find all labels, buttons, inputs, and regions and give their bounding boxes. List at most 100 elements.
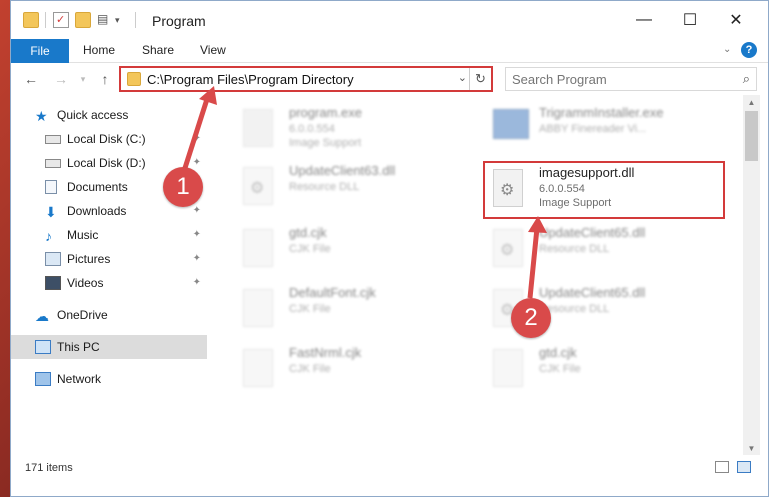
- sidebar-item-label: Network: [57, 372, 102, 386]
- details-view-icon[interactable]: [715, 461, 729, 473]
- pin-icon[interactable]: ✦: [193, 229, 201, 240]
- download-icon: ⬇: [45, 204, 57, 220]
- file-detail: 6.0.0.554: [289, 123, 335, 135]
- pin-icon[interactable]: ✦: [193, 277, 201, 288]
- vertical-scrollbar[interactable]: ▲ ▼: [743, 95, 760, 455]
- folder-icon: [23, 12, 39, 28]
- sidebar-item-label: Pictures: [67, 252, 111, 266]
- search-icon[interactable]: ⌕: [743, 71, 750, 87]
- gear-file-icon: [493, 229, 523, 267]
- view-options-icon[interactable]: ▤: [97, 12, 113, 28]
- sidebar-item-this-pc[interactable]: This PC: [11, 335, 207, 359]
- new-folder-icon[interactable]: [75, 12, 91, 28]
- file-item[interactable]: gtd.cjk CJK File: [493, 343, 723, 399]
- large-icons-view-icon[interactable]: [737, 461, 751, 473]
- sidebar-item-label: Documents: [67, 180, 128, 194]
- sidebar-item-pictures[interactable]: Pictures ✦: [11, 247, 207, 271]
- highlight-box: [483, 161, 725, 219]
- file-detail: Resource DLL: [289, 181, 360, 193]
- file-item[interactable]: UpdateClient63.dll Resource DLL: [243, 161, 473, 217]
- title-bar: ✓ ▤ ▾ Program — ☐ ✕: [11, 1, 768, 39]
- videos-icon: [45, 276, 61, 290]
- pin-icon[interactable]: ✦: [193, 253, 201, 264]
- recent-locations-icon[interactable]: ▾: [73, 69, 93, 89]
- pin-icon[interactable]: ✦: [193, 205, 201, 216]
- scroll-down-icon[interactable]: ▼: [743, 441, 760, 455]
- drive-icon: [45, 158, 61, 168]
- file-detail: CJK File: [289, 303, 331, 315]
- file-name: FastNrml.cjk: [289, 345, 362, 360]
- customize-toolbar-icon[interactable]: ▾: [115, 15, 131, 31]
- sidebar-item-local-disk-c[interactable]: Local Disk (C:) ✦: [11, 127, 207, 151]
- gear-file-icon: [243, 167, 273, 205]
- file-detail: Image Support: [289, 137, 362, 149]
- tab-share[interactable]: Share: [142, 43, 174, 57]
- sidebar-item-quick-access[interactable]: ★ Quick access: [11, 103, 207, 127]
- file-list: program.exe 6.0.0.554 Image Support Trig…: [207, 95, 743, 455]
- explorer-window: ✓ ▤ ▾ Program — ☐ ✕ File Home Share View…: [10, 0, 769, 497]
- title-separator: [45, 12, 46, 28]
- sidebar-item-music[interactable]: ♪ Music ✦: [11, 223, 207, 247]
- exe-icon: [243, 109, 273, 147]
- navigation-pane: ★ Quick access Local Disk (C:) ✦ Local D…: [11, 95, 207, 455]
- properties-icon[interactable]: ✓: [53, 12, 69, 28]
- item-count: 171 items: [25, 462, 73, 474]
- sidebar-item-onedrive[interactable]: ☁ OneDrive: [11, 303, 207, 327]
- back-arrow-icon[interactable]: ←: [21, 69, 41, 89]
- star-icon: ★: [35, 108, 48, 124]
- search-box[interactable]: ⌕: [505, 67, 757, 91]
- computer-icon: [35, 340, 51, 354]
- file-name: gtd.cjk: [539, 345, 577, 360]
- sidebar-item-label: Downloads: [67, 204, 127, 218]
- forward-arrow-icon[interactable]: →: [51, 69, 71, 89]
- address-bar[interactable]: C:\Program Files\Program Directory ⌄ ↻: [119, 66, 493, 92]
- tab-home[interactable]: Home: [83, 43, 115, 57]
- file-item[interactable]: gtd.cjk CJK File: [243, 223, 473, 279]
- up-arrow-icon[interactable]: ↑: [95, 69, 115, 89]
- close-button[interactable]: ✕: [713, 1, 759, 39]
- file-item[interactable]: TrigrammInstaller.exe ABBY Finereader Vi…: [493, 103, 723, 159]
- file-icon: [243, 229, 273, 267]
- scrollbar-thumb[interactable]: [745, 111, 758, 161]
- tab-file[interactable]: File: [11, 39, 69, 63]
- scroll-up-icon[interactable]: ▲: [743, 95, 760, 109]
- sidebar-item-label: Local Disk (D:): [67, 156, 146, 170]
- sidebar-item-label: Local Disk (C:): [67, 132, 146, 146]
- file-item[interactable]: program.exe 6.0.0.554 Image Support: [243, 103, 473, 159]
- minimize-button[interactable]: —: [621, 1, 667, 39]
- file-name: UpdateClient65.dll: [539, 285, 646, 300]
- pin-icon[interactable]: ✦: [193, 133, 201, 144]
- expand-ribbon-icon[interactable]: ⌄: [723, 44, 731, 55]
- sidebar-item-videos[interactable]: Videos ✦: [11, 271, 207, 295]
- file-icon: [243, 289, 273, 327]
- tab-view[interactable]: View: [200, 43, 226, 57]
- file-detail: CJK File: [289, 363, 331, 375]
- cloud-icon: ☁: [35, 308, 49, 324]
- navigation-bar: ← → ▾ ↑ C:\Program Files\Program Directo…: [11, 63, 768, 95]
- ribbon-tabs: File Home Share View ⌄ ?: [11, 39, 768, 63]
- search-input[interactable]: [506, 68, 726, 90]
- step-2-badge: 2: [511, 298, 551, 338]
- sidebar-item-label: Music: [67, 228, 99, 242]
- sidebar-item-network[interactable]: Network: [11, 367, 207, 391]
- pictures-icon: [45, 252, 61, 266]
- file-item[interactable]: UpdateClient65.dll Resource DLL: [493, 223, 723, 279]
- file-name: UpdateClient63.dll: [289, 163, 396, 178]
- help-icon[interactable]: ?: [741, 42, 757, 58]
- maximize-button[interactable]: ☐: [667, 1, 713, 39]
- file-item[interactable]: DefaultFont.cjk CJK File: [243, 283, 473, 339]
- address-path[interactable]: C:\Program Files\Program Directory: [147, 72, 354, 87]
- pin-icon[interactable]: ✦: [193, 157, 201, 168]
- sidebar-item-label: This PC: [57, 340, 100, 354]
- window-title: Program: [152, 13, 206, 29]
- file-name: gtd.cjk: [289, 225, 327, 240]
- refresh-icon[interactable]: ↻: [469, 68, 491, 90]
- file-detail: ABBY Finereader Vi...: [539, 123, 647, 135]
- file-name: DefaultFont.cjk: [289, 285, 376, 300]
- file-detail: Resource DLL: [539, 243, 610, 255]
- sidebar-item-label: Quick access: [57, 108, 129, 122]
- file-item[interactable]: FastNrml.cjk CJK File: [243, 343, 473, 399]
- chevron-down-icon[interactable]: ⌄: [458, 71, 467, 84]
- sidebar-item-label: Videos: [67, 276, 104, 290]
- music-icon: ♪: [45, 228, 52, 244]
